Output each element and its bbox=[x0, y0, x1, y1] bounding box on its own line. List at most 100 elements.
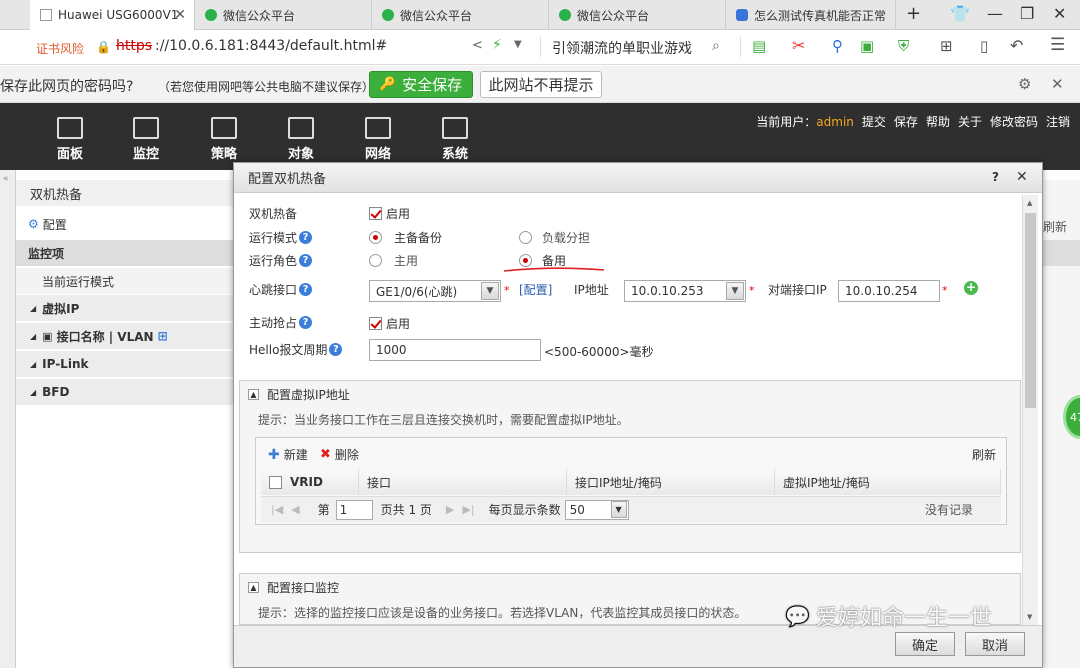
column-interface[interactable]: 接口 bbox=[359, 469, 567, 495]
collapse-icon[interactable]: « bbox=[3, 174, 9, 184]
delete-button[interactable]: ✖ 删除 bbox=[320, 446, 359, 463]
dialog-scrollbar[interactable]: ▲ ▼ bbox=[1022, 195, 1038, 625]
chevron-down-icon[interactable]: ▼ bbox=[726, 282, 744, 300]
submit-link[interactable]: 提交 bbox=[862, 113, 886, 130]
preempt-enable-checkbox[interactable]: 启用 bbox=[369, 315, 410, 332]
scroll-thumb[interactable] bbox=[1025, 213, 1036, 408]
shirt-icon[interactable]: 👕 bbox=[950, 4, 970, 23]
apps-icon[interactable]: ⊞ bbox=[940, 37, 953, 55]
tab-huawei[interactable]: Huawei USG6000V1 ✕ bbox=[30, 0, 195, 30]
scroll-up-icon[interactable]: ▲ bbox=[1027, 199, 1032, 207]
game-icon[interactable]: ▣ bbox=[860, 37, 874, 55]
float-badge[interactable]: 47 bbox=[1063, 395, 1080, 439]
help-icon[interactable]: ? bbox=[992, 170, 999, 184]
gear-icon[interactable]: ⚙ bbox=[1018, 75, 1031, 93]
scroll-down-icon[interactable]: ▼ bbox=[1027, 613, 1032, 621]
nav-monitor[interactable]: 监控 bbox=[121, 117, 171, 162]
add-button[interactable]: ✚ 新建 bbox=[268, 446, 308, 463]
page-input[interactable]: 1 bbox=[335, 499, 373, 520]
peer-ip-input[interactable]: 10.0.10.254 bbox=[838, 280, 940, 302]
grid-refresh-button[interactable]: 刷新 bbox=[972, 446, 996, 463]
tab-wechat-2[interactable]: 微信公众平台 bbox=[372, 0, 549, 30]
collapse-icon[interactable]: ▲ bbox=[248, 388, 259, 400]
minimize-icon[interactable]: — bbox=[987, 4, 1003, 23]
ok-button[interactable]: 确定 bbox=[895, 632, 955, 656]
help-link[interactable]: 帮助 bbox=[926, 113, 950, 130]
phone-icon[interactable]: ▯ bbox=[980, 37, 988, 55]
column-vrid[interactable]: VRID bbox=[261, 469, 359, 495]
new-tab-icon[interactable]: + bbox=[906, 3, 921, 24]
safe-save-button[interactable]: 🔑 安全保存 bbox=[369, 71, 473, 98]
nav-policy[interactable]: 策略 bbox=[199, 117, 249, 162]
magnifier-icon[interactable]: ⚲ bbox=[832, 37, 843, 55]
collapse-strip[interactable]: « bbox=[0, 170, 16, 668]
next-page-icon[interactable]: ▶ bbox=[446, 503, 454, 516]
current-mode-item[interactable]: 当前运行模式 bbox=[16, 268, 240, 294]
translate-icon[interactable]: ▤ bbox=[752, 37, 766, 55]
menu-icon[interactable]: ☰ bbox=[1050, 35, 1065, 55]
mode-load-sharing-radio[interactable]: 负载分担 bbox=[519, 229, 590, 246]
shield-icon[interactable]: ⛨ bbox=[898, 37, 909, 55]
undo-icon[interactable]: ↶ bbox=[1010, 36, 1023, 55]
prev-page-icon[interactable]: ◀ bbox=[291, 503, 299, 516]
config-link[interactable]: [配置] bbox=[519, 281, 552, 298]
help-icon[interactable]: ? bbox=[299, 283, 313, 296]
radio[interactable] bbox=[369, 254, 382, 267]
help-icon[interactable]: ? bbox=[329, 343, 343, 356]
change-password-link[interactable]: 修改密码 bbox=[990, 113, 1038, 130]
tab-wechat-3[interactable]: 微信公众平台 bbox=[549, 0, 726, 30]
config-button[interactable]: ⚙ 配置 bbox=[16, 212, 256, 236]
tab-wechat-1[interactable]: 微信公众平台 bbox=[195, 0, 372, 30]
page-size-select[interactable]: 50 ▼ bbox=[564, 499, 629, 520]
checkbox[interactable] bbox=[369, 207, 382, 220]
column-virtual-ip[interactable]: 虚拟IP地址/掩码 bbox=[775, 469, 1001, 495]
close-icon[interactable]: ✕ bbox=[174, 7, 186, 23]
chevron-down-icon[interactable]: ▼ bbox=[610, 500, 627, 518]
lightning-icon[interactable]: ⚡ bbox=[492, 37, 502, 53]
tree-item-iplink[interactable]: ◢ IP-Link bbox=[16, 351, 240, 377]
background-refresh[interactable]: 刷新 bbox=[1043, 218, 1067, 235]
never-prompt-button[interactable]: 此网站不再提示 bbox=[480, 71, 602, 98]
monitor-section-header[interactable]: ▲ 配置接口监控 bbox=[240, 574, 339, 600]
nav-dashboard[interactable]: 面板 bbox=[45, 117, 95, 162]
column-interface-ip[interactable]: 接口IP地址/掩码 bbox=[567, 469, 775, 495]
collapse-icon[interactable]: ▲ bbox=[248, 581, 259, 593]
nav-network[interactable]: 网络 bbox=[353, 117, 403, 162]
tab-baidu[interactable]: 怎么测试传真机能否正常 bbox=[726, 0, 896, 30]
nav-system[interactable]: 系统 bbox=[430, 117, 480, 162]
help-icon[interactable]: ? bbox=[299, 231, 313, 244]
cancel-button[interactable]: 取消 bbox=[965, 632, 1025, 656]
close-window-icon[interactable]: ✕ bbox=[1053, 4, 1066, 23]
tree-item-vip[interactable]: ◢ 虚拟IP bbox=[16, 295, 240, 321]
search-icon[interactable]: ⌕ bbox=[712, 38, 720, 54]
tree-item-interface[interactable]: ◢ ▣ 接口名称 | VLAN ⊞ bbox=[16, 323, 240, 349]
hello-input[interactable]: 1000 bbox=[369, 339, 541, 361]
ip-select[interactable]: 10.0.10.253 ▼ bbox=[624, 280, 746, 302]
share-icon[interactable]: < bbox=[472, 38, 483, 53]
promo-text[interactable]: 引领潮流的单职业游戏 bbox=[552, 38, 692, 58]
nav-object[interactable]: 对象 bbox=[276, 117, 326, 162]
url-text[interactable]: ://10.0.6.181:8443/default.html# bbox=[155, 38, 387, 54]
save-link[interactable]: 保存 bbox=[894, 113, 918, 130]
cert-warning[interactable]: 证书风险 bbox=[36, 40, 84, 57]
help-icon[interactable]: ? bbox=[299, 316, 313, 329]
vip-section-header[interactable]: ▲ 配置虚拟IP地址 bbox=[240, 381, 350, 407]
about-link[interactable]: 关于 bbox=[958, 113, 982, 130]
restore-icon[interactable]: ❐ bbox=[1020, 4, 1034, 23]
last-page-icon[interactable]: ▶| bbox=[462, 503, 474, 516]
tree-item-bfd[interactable]: ◢ BFD bbox=[16, 379, 240, 405]
heartbeat-select[interactable]: GE1/0/6(心跳) ▼ bbox=[369, 280, 501, 302]
radio[interactable] bbox=[369, 231, 382, 244]
chevron-down-icon[interactable]: ▼ bbox=[481, 282, 499, 300]
radio[interactable] bbox=[519, 231, 532, 244]
mode-active-standby-radio[interactable]: 主备备份 bbox=[369, 229, 442, 246]
checkbox[interactable] bbox=[369, 317, 382, 330]
first-page-icon[interactable]: |◀ bbox=[271, 503, 283, 516]
ha-enable-checkbox[interactable]: 启用 bbox=[369, 205, 410, 222]
chevron-down-icon[interactable]: ▼ bbox=[514, 39, 522, 50]
close-icon[interactable]: ✕ bbox=[1051, 75, 1064, 93]
select-all-checkbox[interactable] bbox=[269, 475, 282, 489]
help-icon[interactable]: ? bbox=[299, 254, 313, 267]
url-protocol[interactable]: https bbox=[116, 38, 152, 54]
add-icon[interactable]: + bbox=[964, 281, 978, 295]
